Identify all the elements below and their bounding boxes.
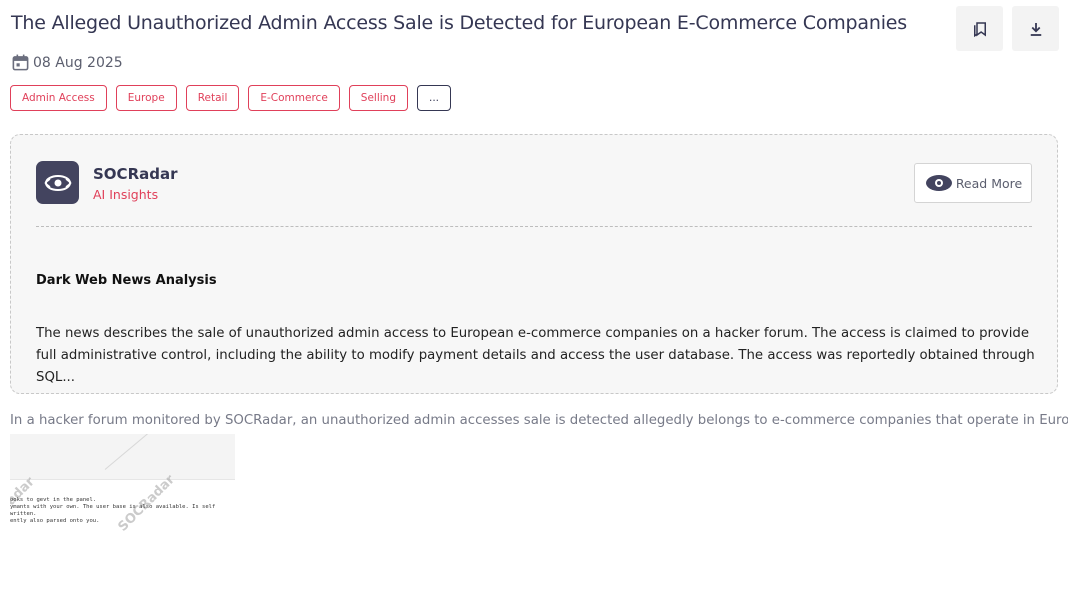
tag-selling[interactable]: Selling bbox=[348, 85, 408, 111]
image-text: ooks to gevt in the panel. ymants with y… bbox=[10, 497, 235, 525]
bookmark-button[interactable] bbox=[956, 6, 1003, 51]
publish-date: 08 Aug 2025 bbox=[33, 54, 123, 71]
more-tags-button[interactable]: ... bbox=[416, 85, 451, 111]
read-more-label: Read More bbox=[955, 175, 1023, 191]
download-button[interactable] bbox=[1012, 6, 1059, 51]
tag-retail[interactable]: Retail bbox=[185, 85, 240, 111]
socradar-eye-icon bbox=[925, 175, 952, 191]
analysis-title: Dark Web News Analysis bbox=[36, 273, 217, 288]
image-text-line: ymants with your own. The user base is a… bbox=[10, 504, 216, 517]
brand-subtitle: AI Insights bbox=[93, 187, 159, 202]
bookmark-icon bbox=[973, 21, 986, 37]
tag-admin-access[interactable]: Admin Access bbox=[10, 85, 107, 111]
read-more-button[interactable]: Read More bbox=[914, 163, 1032, 203]
socradar-logo bbox=[36, 161, 79, 204]
card-divider bbox=[36, 226, 1032, 227]
date-row: 08 Aug 2025 bbox=[11, 53, 123, 72]
analysis-body: The news describes the sale of unauthori… bbox=[36, 326, 1035, 385]
tag-list: Admin Access Europe Retail E-Commerce Se… bbox=[10, 85, 451, 111]
socradar-eye-icon bbox=[44, 174, 71, 191]
image-text-line: ooks to gevt in the panel. bbox=[10, 497, 97, 503]
article-image: adar SOCRadar ooks to gevt in the panel.… bbox=[10, 434, 235, 544]
image-header-area bbox=[10, 434, 235, 480]
article-title: The Alleged Unauthorized Admin Access Sa… bbox=[11, 12, 907, 34]
download-icon bbox=[1030, 22, 1041, 36]
brand-name: SOCRadar bbox=[93, 165, 178, 183]
calendar-icon bbox=[12, 54, 29, 71]
tag-e-commerce[interactable]: E-Commerce bbox=[248, 85, 340, 111]
tag-europe[interactable]: Europe bbox=[115, 85, 177, 111]
image-text-line: ently also parsed onto you. bbox=[10, 518, 100, 524]
ai-insights-card: SOCRadar AI Insights Read More Dark Web … bbox=[10, 134, 1058, 394]
article-summary: In a hacker forum monitored by SOCRadar,… bbox=[10, 413, 1068, 428]
